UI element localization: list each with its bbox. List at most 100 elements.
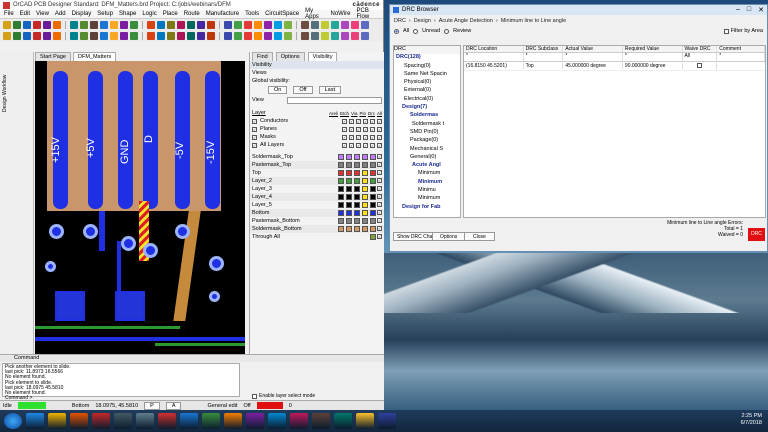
layer-color-swatch[interactable] (338, 194, 344, 200)
layer-all-checkbox[interactable]: ✓ (377, 178, 382, 183)
toolbar-tool-icon[interactable] (147, 31, 155, 40)
view-select[interactable] (287, 96, 382, 104)
toolbar-tool-icon[interactable] (3, 31, 11, 40)
app-icon[interactable] (312, 413, 330, 429)
toolbar-tool-icon[interactable] (274, 31, 282, 40)
menu-item-view[interactable]: View (36, 11, 49, 17)
tab-options[interactable]: Options (275, 52, 305, 61)
tree-item[interactable]: Design(7) (394, 104, 460, 112)
radio-unread[interactable] (413, 28, 419, 34)
column-checkbox[interactable]: ✓ (363, 142, 368, 148)
layer-color-swatch[interactable] (370, 226, 376, 232)
via[interactable] (49, 224, 64, 239)
layer-all-checkbox[interactable]: ✓ (377, 218, 382, 223)
layer-color-swatch[interactable] (346, 218, 352, 224)
menu-item-add[interactable]: Add (55, 11, 66, 17)
toolbar-tool-icon[interactable] (90, 31, 98, 40)
toolbar-tool-icon[interactable] (43, 31, 51, 40)
layer-color-swatch[interactable] (370, 202, 376, 208)
filter-by-area-checkbox[interactable] (723, 28, 729, 34)
toolbar-tool-icon[interactable] (130, 31, 138, 40)
layer-color-swatch[interactable] (362, 194, 368, 200)
menu-item-circuitspace[interactable]: CircuitSpace (265, 11, 299, 17)
layer-color-swatch[interactable] (362, 210, 368, 216)
toolbar-tool-icon[interactable] (207, 31, 215, 40)
column-checkbox[interactable]: ✓ (349, 142, 354, 148)
toolbar-tool-icon[interactable] (3, 20, 11, 29)
toolbar-tool-icon[interactable] (167, 31, 175, 40)
layer-color-swatch[interactable] (354, 202, 360, 208)
app-icon[interactable] (378, 413, 396, 429)
layer-color-swatch[interactable] (370, 186, 376, 192)
menu-item-setup[interactable]: Setup (97, 11, 113, 17)
on-button[interactable]: On (268, 86, 288, 94)
options-button[interactable]: Options (432, 232, 466, 241)
layer-color-swatch[interactable] (338, 178, 344, 184)
column-checkbox[interactable]: ✓ (377, 118, 382, 124)
layer-group-checkbox[interactable]: ✓ (252, 118, 257, 124)
column-checkbox[interactable]: ✓ (363, 118, 368, 124)
layer-color-swatch[interactable] (338, 218, 344, 224)
layer-color-swatch[interactable] (370, 194, 376, 200)
tree-item[interactable]: External(0) (394, 87, 460, 95)
toolbar-tool-icon[interactable] (157, 31, 165, 40)
layer-color-swatch[interactable] (362, 162, 368, 168)
column-checkbox[interactable]: ✓ (370, 126, 375, 132)
toolbar-tool-icon[interactable] (120, 20, 128, 29)
layer-color-swatch[interactable] (362, 178, 368, 184)
tree-item[interactable]: Physical(0) (394, 79, 460, 87)
layer-color-swatch[interactable] (370, 162, 376, 168)
layer-all-checkbox[interactable]: ✓ (377, 194, 382, 199)
toolbar-tool-icon[interactable] (80, 20, 88, 29)
toolbar-tool-icon[interactable] (100, 31, 108, 40)
layer-color-swatch[interactable] (346, 202, 352, 208)
toolbar-tool-icon[interactable] (13, 31, 21, 40)
toolbar-tool-icon[interactable] (70, 20, 78, 29)
toolbar-tool-icon[interactable] (254, 20, 262, 29)
tree-item[interactable]: Same Net Spacin (394, 71, 460, 79)
layer-color-swatch[interactable] (370, 154, 376, 160)
via[interactable] (209, 291, 220, 302)
layer-color-swatch[interactable] (362, 170, 368, 176)
via[interactable] (45, 261, 56, 272)
toolbar-tool-icon[interactable] (167, 20, 175, 29)
app-icon[interactable] (158, 413, 176, 429)
layer-color-swatch[interactable] (362, 202, 368, 208)
tree-item[interactable]: Soldermask t (394, 121, 460, 129)
toolbar-tool-icon[interactable] (224, 31, 232, 40)
column-checkbox[interactable]: ✓ (349, 118, 354, 124)
layer-all-checkbox[interactable]: ✓ (377, 170, 382, 175)
column-checkbox[interactable]: ✓ (356, 118, 361, 124)
via[interactable] (121, 236, 136, 251)
layer-all-checkbox[interactable]: ✓ (377, 154, 382, 159)
layer-color-swatch[interactable] (346, 226, 352, 232)
last-button[interactable]: Last (318, 86, 341, 94)
column-checkbox[interactable]: ✓ (356, 134, 361, 140)
layer-color-swatch[interactable] (346, 154, 352, 160)
layer-color-swatch[interactable] (346, 194, 352, 200)
ie-icon[interactable] (26, 413, 44, 429)
menu-item-route[interactable]: Route (184, 11, 200, 17)
layer-color-swatch[interactable] (338, 170, 344, 176)
layer-color-swatch[interactable] (362, 154, 368, 160)
layer-color-swatch[interactable] (338, 226, 344, 232)
media-icon[interactable] (70, 413, 88, 429)
layer-color-swatch[interactable] (370, 210, 376, 216)
close-button[interactable]: Close (464, 232, 495, 241)
column-header[interactable]: DRC Subclass (524, 46, 564, 52)
radio-review[interactable] (444, 28, 450, 34)
filter-cell[interactable]: * (464, 53, 524, 61)
menu-item-my-apps[interactable]: My Apps (305, 8, 324, 20)
app-icon[interactable] (334, 413, 352, 429)
toolbar-tool-icon[interactable] (284, 20, 292, 29)
menu-item-shape[interactable]: Shape (119, 11, 136, 17)
via[interactable] (143, 243, 158, 258)
via[interactable] (175, 224, 190, 239)
app-icon[interactable] (268, 413, 286, 429)
layer-color-swatch[interactable] (354, 226, 360, 232)
layer-color-swatch[interactable] (338, 162, 344, 168)
layer-color-swatch[interactable] (346, 178, 352, 184)
app-icon[interactable] (114, 413, 132, 429)
app-icon[interactable] (290, 413, 308, 429)
filter-cell[interactable]: * (717, 53, 765, 61)
